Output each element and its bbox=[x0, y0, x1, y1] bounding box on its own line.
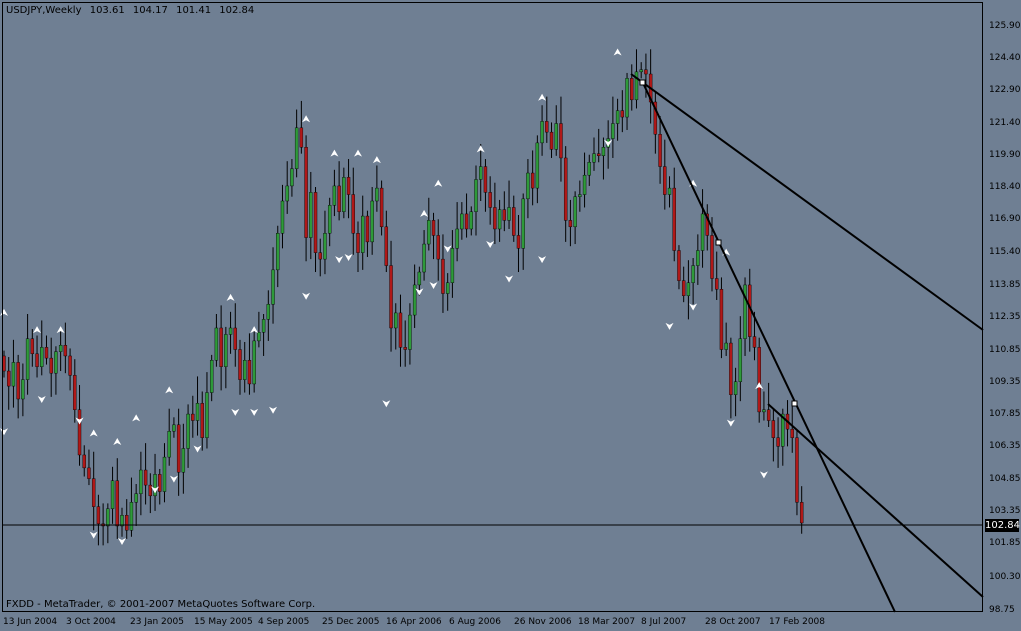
plot-frame bbox=[2, 2, 983, 612]
ohlc-close: 102.84 bbox=[219, 5, 255, 16]
price-tick-label: 106.35 bbox=[989, 441, 1021, 452]
time-tick-label: 16 Apr 2006 bbox=[386, 617, 442, 627]
price-tick-label: 118.40 bbox=[989, 182, 1021, 193]
time-tick-label: 13 Jun 2004 bbox=[3, 617, 58, 627]
price-tick-label: 110.85 bbox=[989, 344, 1021, 355]
price-tick-label: 125.90 bbox=[989, 20, 1021, 31]
time-tick-label: 25 Dec 2005 bbox=[322, 617, 380, 627]
time-tick-label: 23 Jan 2005 bbox=[130, 617, 184, 627]
ohlc-high: 104.17 bbox=[132, 5, 168, 16]
time-tick-label: 26 Nov 2006 bbox=[514, 617, 572, 627]
time-tick-label: 4 Sep 2005 bbox=[258, 617, 310, 627]
time-tick-label: 6 Aug 2006 bbox=[449, 617, 501, 627]
time-tick-label: 28 Oct 2007 bbox=[705, 617, 761, 627]
current-price-tag: 102.84 bbox=[985, 519, 1020, 532]
chart-title: USDJPY,Weekly 103.61 104.17 101.41 102.8… bbox=[6, 5, 259, 16]
price-tick-label: 112.35 bbox=[989, 312, 1021, 323]
price-tick-label: 124.40 bbox=[989, 52, 1021, 63]
price-tick-label: 101.85 bbox=[989, 538, 1021, 549]
symbol-period: USDJPY,Weekly bbox=[6, 5, 82, 16]
price-tick-label: 107.85 bbox=[989, 409, 1021, 420]
price-tick-label: 115.40 bbox=[989, 246, 1021, 257]
time-tick-label: 15 May 2005 bbox=[194, 617, 253, 627]
price-tick-label: 116.90 bbox=[989, 214, 1021, 225]
ohlc-open: 103.61 bbox=[89, 5, 125, 16]
chart-window[interactable]: USDJPY,Weekly 103.61 104.17 101.41 102.8… bbox=[0, 0, 1021, 631]
time-tick-label: 3 Oct 2004 bbox=[66, 617, 116, 627]
price-tick-label: 100.30 bbox=[989, 571, 1021, 582]
time-tick-label: 8 Jul 2007 bbox=[641, 617, 687, 627]
ohlc-low: 101.41 bbox=[176, 5, 212, 16]
price-tick-label: 98.75 bbox=[989, 605, 1015, 615]
price-tick-label: 113.85 bbox=[989, 280, 1021, 291]
price-tick-label: 121.40 bbox=[989, 117, 1021, 128]
price-tick-label: 119.90 bbox=[989, 149, 1021, 160]
price-tick-label: 109.35 bbox=[989, 376, 1021, 387]
time-tick-label: 17 Feb 2008 bbox=[769, 617, 826, 627]
price-tick-label: 103.35 bbox=[989, 505, 1021, 516]
price-tick-label: 122.90 bbox=[989, 85, 1021, 96]
price-tick-label: 104.85 bbox=[989, 473, 1021, 484]
time-tick-label: 18 Mar 2007 bbox=[578, 617, 636, 627]
copyright-label: FXDD - MetaTrader, © 2001-2007 MetaQuote… bbox=[6, 599, 316, 610]
